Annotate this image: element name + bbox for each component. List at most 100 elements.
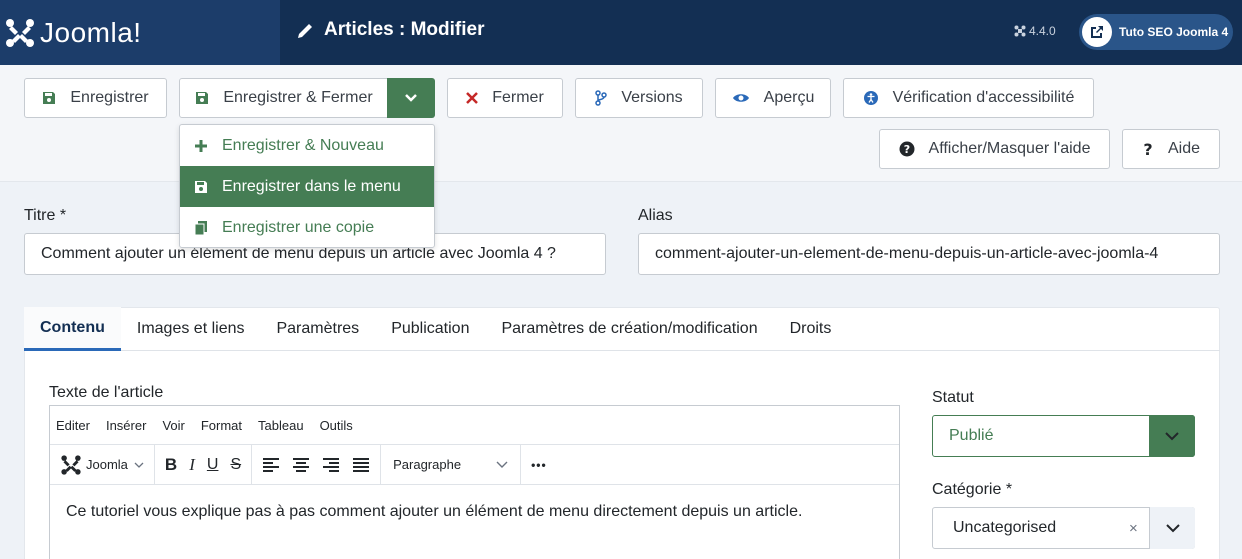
app-header: Joomla! Articles : Modifier 4.4.0 Tuto S… (0, 0, 1242, 65)
menu-inserer[interactable]: Insérer (106, 418, 146, 433)
category-value: Uncategorised (953, 519, 1057, 536)
align-center-button[interactable] (286, 450, 316, 480)
joomla-logo[interactable]: Joomla! (0, 0, 280, 65)
close-label: Fermer (492, 89, 544, 106)
tab-contenu[interactable]: Contenu (24, 307, 121, 351)
save-to-menu-label: Enregistrer dans le menu (222, 177, 401, 195)
bold-button[interactable]: B (159, 450, 183, 480)
clear-category-button[interactable]: × (1129, 520, 1138, 537)
category-dropdown-toggle[interactable] (1149, 507, 1195, 549)
italic-button[interactable]: I (183, 450, 201, 480)
external-link-icon (1082, 17, 1112, 47)
align-center-icon (293, 457, 310, 472)
chevron-down-icon (1165, 431, 1179, 440)
chevron-down-icon (496, 461, 508, 468)
joomla-button-label: Joomla (86, 457, 128, 472)
menu-voir[interactable]: Voir (162, 418, 184, 433)
status-select[interactable]: Publié (932, 415, 1195, 457)
article-editor: Editer Insérer Voir Format Tableau Outil… (49, 405, 900, 559)
joomla-icon (61, 454, 81, 475)
save-icon (43, 92, 56, 104)
question-icon: ? (1143, 141, 1152, 157)
alias-input[interactable]: comment-ajouter-un-element-de-menu-depui… (638, 233, 1220, 275)
version-badge: 4.4.0 (1014, 24, 1056, 38)
close-button[interactable]: Fermer (447, 78, 563, 118)
preview-label: Aperçu (763, 89, 815, 106)
versions-button[interactable]: Versions (575, 78, 703, 118)
category-select[interactable]: Uncategorised × (932, 507, 1195, 549)
save-copy-label: Enregistrer une copie (222, 218, 375, 236)
tab-droits[interactable]: Droits (774, 307, 848, 351)
menu-editer[interactable]: Editer (56, 418, 90, 433)
joomla-dropdown-button[interactable]: Joomla (54, 450, 150, 480)
tab-bar: Contenu Images et liens Paramètres Publi… (24, 307, 1220, 351)
menu-tableau[interactable]: Tableau (258, 418, 304, 433)
svg-text:?: ? (903, 143, 909, 156)
svg-text:?: ? (1143, 141, 1152, 157)
accessibility-check-label: Vérification d'accessibilité (892, 89, 1075, 106)
copy-icon (194, 220, 207, 235)
joomla-small-icon (1014, 25, 1026, 37)
more-button-group: ••• (521, 445, 557, 485)
align-right-icon (323, 457, 340, 472)
tab-images-liens[interactable]: Images et liens (121, 307, 261, 351)
version-text: 4.4.0 (1029, 24, 1056, 38)
justify-button[interactable] (346, 450, 376, 480)
joomla-logo-icon (6, 18, 34, 47)
align-justify-icon (353, 457, 370, 472)
preview-button[interactable]: Aperçu (715, 78, 831, 118)
save-label: Enregistrer (70, 89, 149, 106)
close-icon (466, 92, 479, 104)
align-right-button[interactable] (316, 450, 346, 480)
strikethrough-button[interactable]: S (224, 450, 247, 480)
toggle-help-label: Afficher/Masquer l'aide (928, 140, 1091, 157)
chevron-down-icon (134, 462, 144, 468)
help-button[interactable]: ? Aide (1122, 129, 1220, 169)
save-to-menu-menu-item[interactable]: Enregistrer dans le menu (180, 166, 434, 207)
status-value: Publié (949, 427, 994, 444)
accessibility-check-button[interactable]: Vérification d'accessibilité (843, 78, 1094, 118)
save-icon (196, 92, 209, 104)
page-title-text: Articles : Modifier (324, 19, 485, 40)
block-format-value: Paragraphe (393, 457, 462, 472)
plus-icon (195, 139, 207, 152)
save-icon (195, 180, 207, 193)
status-label: Statut (932, 389, 974, 406)
save-new-menu-item[interactable]: Enregistrer & Nouveau (180, 125, 434, 166)
tab-parametres-creation[interactable]: Paramètres de création/modification (485, 307, 773, 351)
format-button-group: B I U S (155, 444, 253, 485)
save-copy-menu-item[interactable]: Enregistrer une copie (180, 207, 434, 248)
more-button[interactable]: ••• (525, 450, 553, 480)
help-label: Aide (1167, 140, 1201, 157)
pencil-icon (298, 24, 312, 38)
page-title: Articles : Modifier (296, 19, 484, 41)
editor-toolbar: Joomla B I U S Paragraphe ••• (50, 444, 899, 485)
toggle-help-button[interactable]: ? Afficher/Masquer l'aide (879, 129, 1110, 169)
align-button-group (252, 444, 382, 485)
save-button[interactable]: Enregistrer (24, 78, 167, 118)
save-options-dropdown: Enregistrer & Nouveau Enregistrer dans l… (179, 124, 435, 248)
underline-button[interactable]: U (201, 450, 225, 480)
eye-icon (732, 94, 749, 102)
save-new-label: Enregistrer & Nouveau (222, 136, 384, 154)
chevron-down-icon (1165, 523, 1180, 532)
question-circle-icon: ? (899, 141, 915, 157)
tab-publication[interactable]: Publication (375, 307, 485, 351)
editor-content[interactable]: Ce tutoriel vous explique pas à pas comm… (66, 503, 802, 521)
title-label: Titre * (24, 207, 67, 224)
universal-access-icon (863, 91, 878, 105)
tab-parametres[interactable]: Paramètres (260, 307, 375, 351)
joomla-button-group: Joomla (50, 444, 155, 485)
menu-format[interactable]: Format (201, 418, 242, 433)
site-link-button[interactable]: Tuto SEO Joomla 4 (1079, 14, 1233, 50)
align-left-icon (263, 457, 280, 472)
versions-label: Versions (621, 89, 683, 106)
block-format-select[interactable]: Paragraphe (381, 444, 522, 485)
save-options-toggle[interactable] (387, 78, 435, 118)
menu-outils[interactable]: Outils (320, 418, 353, 433)
save-close-label: Enregistrer & Fermer (223, 89, 373, 106)
save-close-button[interactable]: Enregistrer & Fermer (179, 78, 389, 118)
logo-text: Joomla! (40, 16, 142, 48)
status-dropdown-toggle[interactable] (1149, 415, 1195, 457)
align-left-button[interactable] (256, 450, 286, 480)
